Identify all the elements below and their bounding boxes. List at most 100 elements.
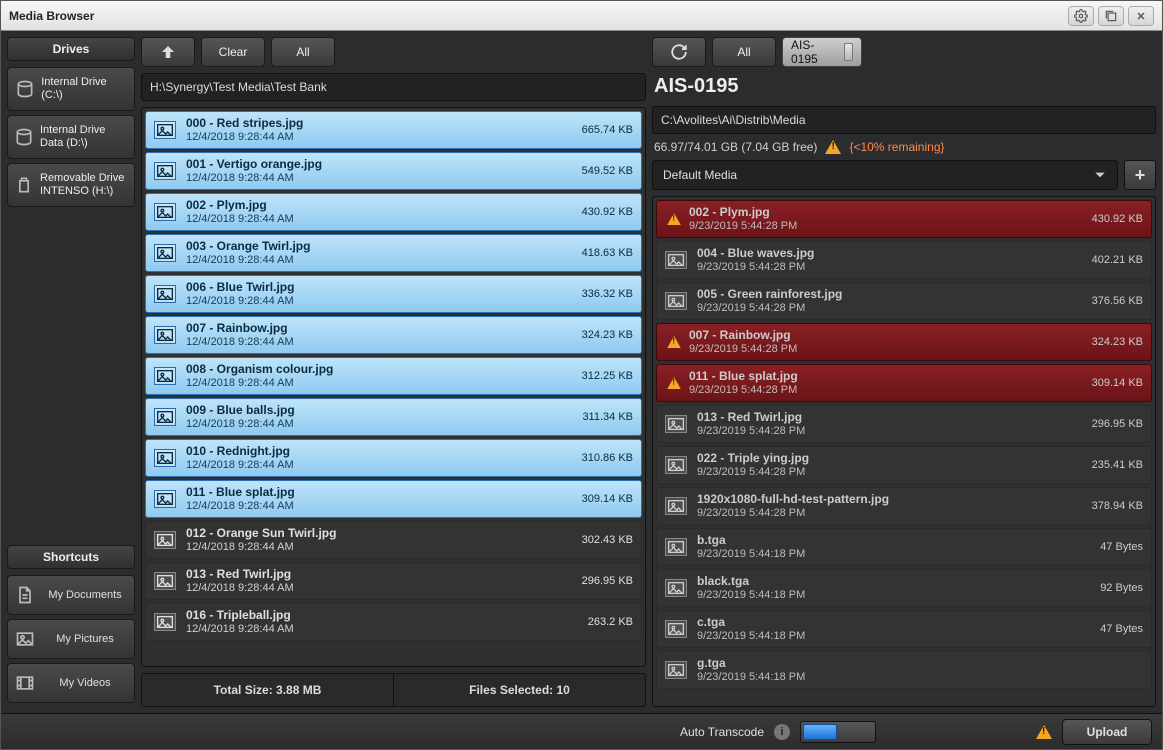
drives-header: Drives <box>7 37 135 61</box>
file-size: 309.14 KB <box>1092 377 1143 389</box>
file-row[interactable]: 006 - Blue Twirl.jpg12/4/2018 9:28:44 AM… <box>145 275 642 313</box>
source-path[interactable]: H:\Synergy\Test Media\Test Bank <box>141 73 646 101</box>
usb-icon <box>14 174 34 196</box>
chevron-down-icon <box>1093 168 1107 182</box>
file-date: 12/4/2018 9:28:44 AM <box>186 458 572 472</box>
file-row[interactable]: 001 - Vertigo orange.jpg12/4/2018 9:28:4… <box>145 152 642 190</box>
file-row[interactable]: black.tga9/23/2019 5:44:18 PM92 Bytes <box>656 569 1152 607</box>
file-row[interactable]: 022 - Triple ying.jpg9/23/2019 5:44:28 P… <box>656 446 1152 484</box>
file-name: 000 - Red stripes.jpg <box>186 116 572 130</box>
clear-button[interactable]: Clear <box>201 37 265 67</box>
file-date: 9/23/2019 5:44:28 PM <box>697 506 1082 520</box>
file-name: 006 - Blue Twirl.jpg <box>186 280 572 294</box>
window-title: Media Browser <box>9 9 1068 23</box>
file-size: 376.56 KB <box>1092 295 1143 307</box>
file-row[interactable]: 009 - Blue balls.jpg12/4/2018 9:28:44 AM… <box>145 398 642 436</box>
add-folder-button[interactable]: + <box>1124 160 1156 190</box>
file-name: 002 - Plym.jpg <box>186 198 572 212</box>
restore-icon[interactable] <box>1098 6 1124 26</box>
image-icon <box>154 367 176 385</box>
file-date: 12/4/2018 9:28:44 AM <box>186 540 572 554</box>
image-icon <box>665 497 687 515</box>
file-date: 9/23/2019 5:44:18 PM <box>697 629 1090 643</box>
refresh-button[interactable] <box>652 37 706 67</box>
shortcut-button[interactable]: My Documents <box>7 575 135 615</box>
image-icon <box>154 531 176 549</box>
file-size: 92 Bytes <box>1100 582 1143 594</box>
close-icon[interactable] <box>1128 6 1154 26</box>
image-icon <box>154 121 176 139</box>
files-selected: Files Selected: 10 <box>394 674 645 706</box>
file-size: 235.41 KB <box>1092 459 1143 471</box>
titlebar: Media Browser <box>1 1 1162 31</box>
image-icon <box>665 415 687 433</box>
shortcut-label: My Videos <box>42 677 128 690</box>
settings-icon[interactable] <box>1068 6 1094 26</box>
file-row[interactable]: 011 - Blue splat.jpg9/23/2019 5:44:28 PM… <box>656 364 1152 402</box>
file-row[interactable]: 003 - Orange Twirl.jpg12/4/2018 9:28:44 … <box>145 234 642 272</box>
file-date: 9/23/2019 5:44:28 PM <box>697 424 1082 438</box>
file-name: 005 - Green rainforest.jpg <box>697 287 1082 301</box>
file-size: 665.74 KB <box>582 124 633 136</box>
file-row[interactable]: 012 - Orange Sun Twirl.jpg12/4/2018 9:28… <box>145 521 642 559</box>
drive-button[interactable]: Internal Drive Data (D:\) <box>7 115 135 159</box>
file-date: 12/4/2018 9:28:44 AM <box>186 581 572 595</box>
file-date: 9/23/2019 5:44:28 PM <box>697 301 1082 315</box>
file-date: 12/4/2018 9:28:44 AM <box>186 622 578 636</box>
file-row[interactable]: 013 - Red Twirl.jpg9/23/2019 5:44:28 PM2… <box>656 405 1152 443</box>
file-row[interactable]: 002 - Plym.jpg12/4/2018 9:28:44 AM430.92… <box>145 193 642 231</box>
file-row[interactable]: 016 - Tripleball.jpg12/4/2018 9:28:44 AM… <box>145 603 642 641</box>
image-icon <box>665 538 687 556</box>
file-row[interactable]: 007 - Rainbow.jpg12/4/2018 9:28:44 AM324… <box>145 316 642 354</box>
shortcut-button[interactable]: My Pictures <box>7 619 135 659</box>
drive-button[interactable]: Removable Drive INTENSO (H:\) <box>7 163 135 207</box>
file-date: 12/4/2018 9:28:44 AM <box>186 253 572 267</box>
file-name: 011 - Blue splat.jpg <box>186 485 572 499</box>
image-icon <box>154 162 176 180</box>
target-file-list[interactable]: 002 - Plym.jpg9/23/2019 5:44:28 PM430.92… <box>653 197 1155 706</box>
file-row[interactable]: 005 - Green rainforest.jpg9/23/2019 5:44… <box>656 282 1152 320</box>
file-name: c.tga <box>697 615 1090 629</box>
file-date: 9/23/2019 5:44:28 PM <box>689 342 1082 356</box>
file-row[interactable]: 011 - Blue splat.jpg12/4/2018 9:28:44 AM… <box>145 480 642 518</box>
file-row[interactable]: 004 - Blue waves.jpg9/23/2019 5:44:28 PM… <box>656 241 1152 279</box>
file-row[interactable]: 000 - Red stripes.jpg12/4/2018 9:28:44 A… <box>145 111 642 149</box>
file-date: 12/4/2018 9:28:44 AM <box>186 376 572 390</box>
tab-all[interactable]: All <box>712 37 776 67</box>
folder-selected-label: Default Media <box>663 168 737 182</box>
file-size: 324.23 KB <box>1092 336 1143 348</box>
file-size: 296.95 KB <box>582 575 633 587</box>
tab-server[interactable]: AIS-0195 <box>782 37 862 67</box>
file-row[interactable]: g.tga9/23/2019 5:44:18 PM <box>656 651 1152 689</box>
doc-icon <box>14 584 36 606</box>
file-size: 378.94 KB <box>1092 500 1143 512</box>
drive-button[interactable]: Internal Drive (C:\) <box>7 67 135 111</box>
source-file-list[interactable]: 000 - Red stripes.jpg 12/4/2018 9:28:44 A… <box>142 108 645 666</box>
image-icon <box>154 572 176 590</box>
footer: Auto Transcode i Upload <box>1 713 1162 749</box>
file-row[interactable]: 013 - Red Twirl.jpg12/4/2018 9:28:44 AM2… <box>145 562 642 600</box>
file-row[interactable]: 1920x1080-full-hd-test-pattern.jpg9/23/2… <box>656 487 1152 525</box>
image-icon <box>665 456 687 474</box>
shortcut-button[interactable]: My Videos <box>7 663 135 703</box>
select-all-button[interactable]: All <box>271 37 335 67</box>
file-row[interactable]: b.tga9/23/2019 5:44:18 PM47 Bytes <box>656 528 1152 566</box>
upload-warning-icon <box>1036 725 1052 739</box>
warning-icon <box>665 375 683 391</box>
file-row[interactable]: 008 - Organism colour.jpg12/4/2018 9:28:… <box>145 357 642 395</box>
file-size: 402.21 KB <box>1092 254 1143 266</box>
file-row[interactable]: c.tga9/23/2019 5:44:18 PM47 Bytes <box>656 610 1152 648</box>
drive-label: Removable Drive INTENSO (H:\) <box>40 172 128 198</box>
disk-usage: 66.97/74.01 GB (7.04 GB free) {<10% rema… <box>652 140 1156 154</box>
info-icon[interactable]: i <box>774 724 790 740</box>
folder-dropdown[interactable]: Default Media <box>652 160 1118 190</box>
file-date: 12/4/2018 9:28:44 AM <box>186 212 572 226</box>
up-button[interactable] <box>141 37 195 67</box>
file-row[interactable]: 002 - Plym.jpg9/23/2019 5:44:28 PM430.92… <box>656 200 1152 238</box>
file-row[interactable]: 010 - Rednight.jpg12/4/2018 9:28:44 AM31… <box>145 439 642 477</box>
image-icon <box>665 661 687 679</box>
upload-button[interactable]: Upload <box>1062 719 1152 745</box>
file-name: black.tga <box>697 574 1090 588</box>
file-row[interactable]: 007 - Rainbow.jpg9/23/2019 5:44:28 PM324… <box>656 323 1152 361</box>
auto-transcode-toggle[interactable] <box>800 721 876 743</box>
